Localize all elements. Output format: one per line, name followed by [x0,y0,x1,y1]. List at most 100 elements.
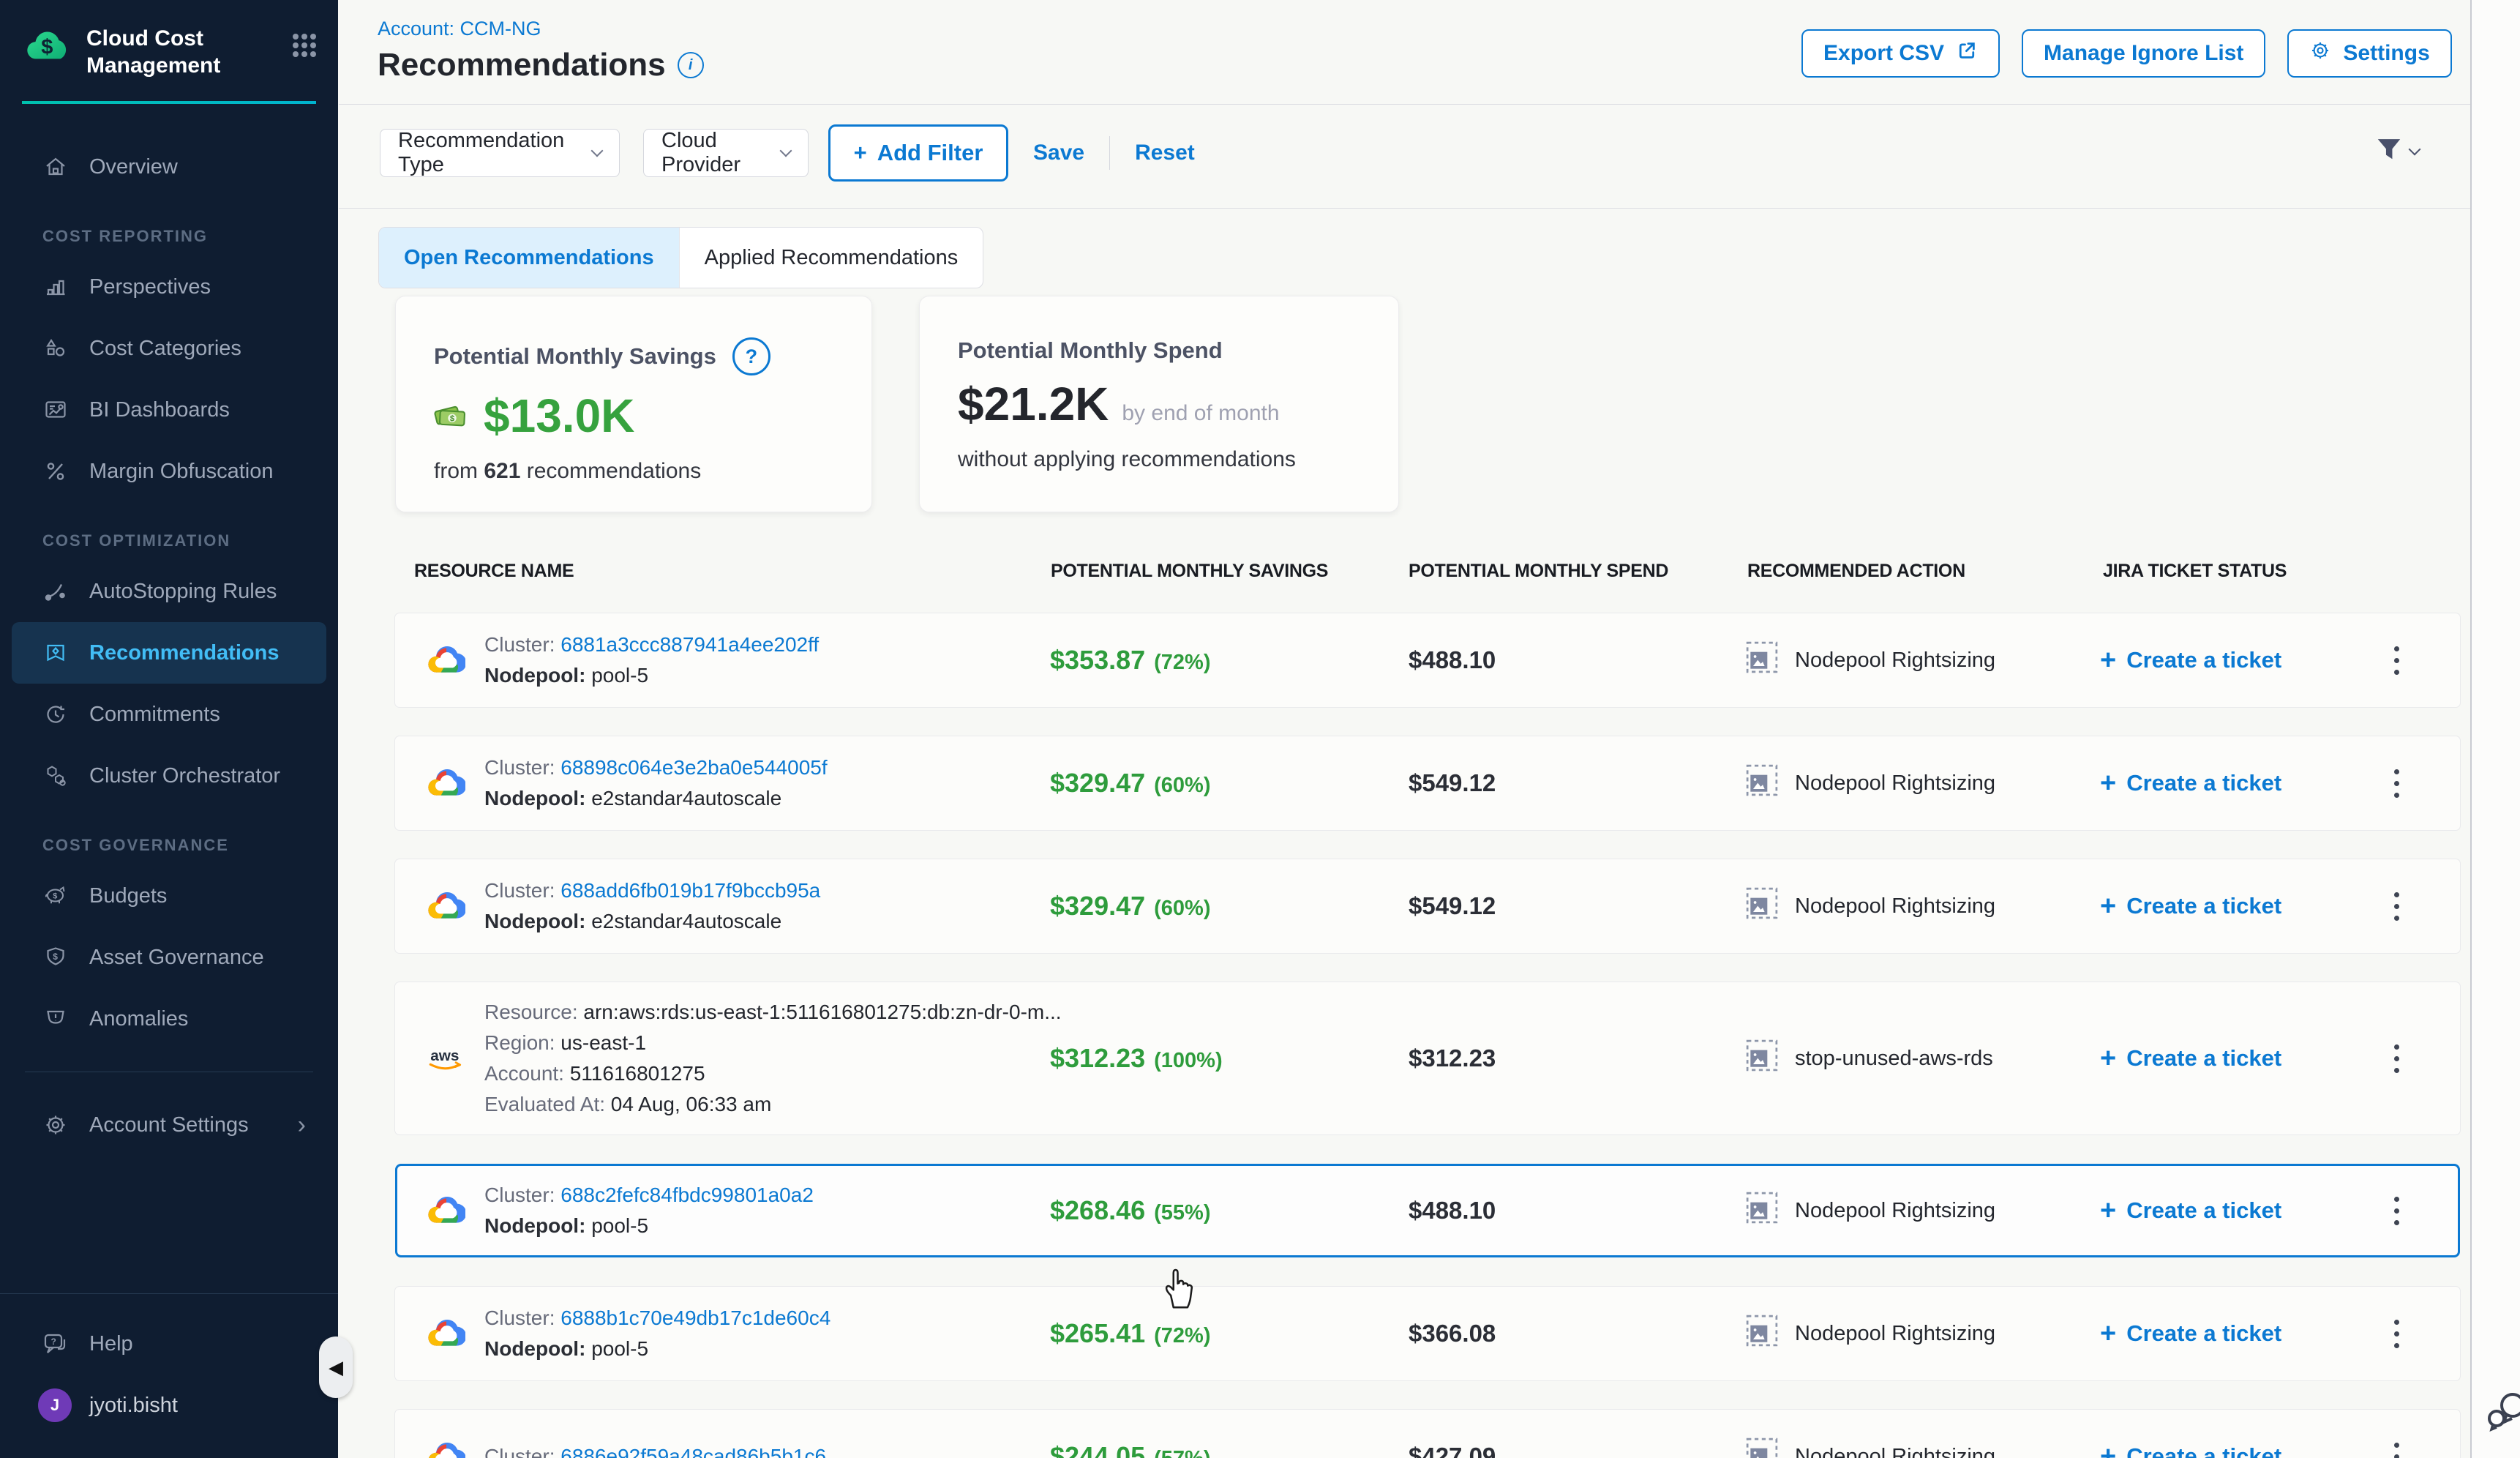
shapes-icon [41,336,70,361]
sidebar-item-autostopping-rules[interactable]: AutoStopping Rules [0,561,338,622]
row-menu-button[interactable] [2378,892,2415,921]
resource-link[interactable]: 688c2fefc84fbdc99801a0a2 [560,1184,814,1206]
hexagons-gear-icon [41,763,70,788]
breadcrumb-account-link[interactable]: Account: CCM-NG [378,18,541,40]
table-row[interactable]: Cluster: 688add6fb019b17f9bccb95aNodepoo… [395,859,2460,953]
create-ticket-link[interactable]: +Create a ticket [2100,645,2378,676]
resource-value: e2standar4autoscale [591,787,781,810]
module-grid-icon[interactable] [290,31,319,64]
sidebar-item-budgets[interactable]: $Budgets [0,865,338,927]
row-menu-button[interactable] [2378,1197,2415,1225]
row-menu-button[interactable] [2378,769,2415,798]
spend-cell: $549.12 [1409,769,1745,797]
action-cell: Nodepool Rightsizing [1745,886,2100,926]
plus-icon: + [2100,1441,2116,1458]
sidebar-item-help[interactable]: ? Help [0,1313,338,1375]
save-filter-link[interactable]: Save [1033,141,1084,165]
savings-subtitle: from 621 recommendations [434,459,871,484]
resource-cell: Cluster: 688add6fb019b17f9bccb95aNodepoo… [424,879,1050,933]
action-label: Nodepool Rightsizing [1795,771,1995,796]
rightsizing-icon [1745,1437,1779,1458]
sidebar-item-label: Account Settings [89,1113,249,1137]
col-header-resource-name: RESOURCE NAME [414,561,574,582]
home-icon [41,154,70,179]
tab-applied-recommendations[interactable]: Applied Recommendations [679,228,983,288]
savings-amount: $268.46 [1050,1195,1145,1225]
table-row[interactable]: Cluster: 6881a3ccc887941a4ee202ffNodepoo… [395,613,2460,707]
create-ticket-label: Create a ticket [2126,1320,2281,1347]
table-row[interactable]: Cluster: 68898c064e3e2ba0e544005fNodepoo… [395,736,2460,830]
create-ticket-link[interactable]: +Create a ticket [2100,1441,2378,1458]
spend-value-row: $21.2K by end of month [958,377,1398,431]
resource-line-label: Cluster: [484,1445,555,1458]
create-ticket-label: Create a ticket [2126,1045,2281,1072]
resource-line-label: Nodepool: [484,664,585,687]
reset-filter-link[interactable]: Reset [1135,141,1195,165]
resource-line: Resource: arn:aws:rds:us-east-1:51161680… [484,1001,1062,1024]
percent-icon [41,459,70,484]
cloud-provider-dropdown[interactable]: Cloud Provider [643,129,809,177]
plus-icon: + [2100,1195,2116,1227]
sidebar-item-cost-categories[interactable]: Cost Categories [0,318,338,379]
savings-amount: $244.05 [1050,1441,1145,1458]
filter-panel-toggle[interactable] [2375,136,2419,166]
recommendation-type-dropdown[interactable]: Recommendation Type [380,129,620,177]
sidebar-item-overview[interactable]: Overview [0,136,338,198]
export-csv-button[interactable]: Export CSV [1801,29,2000,78]
savings-percent: (60%) [1154,774,1210,797]
create-ticket-link[interactable]: +Create a ticket [2100,768,2378,799]
svg-text:aws: aws [430,1047,459,1064]
add-filter-button[interactable]: + Add Filter [828,124,1008,182]
sidebar-footer: ? Help J jyoti.bisht [0,1293,338,1458]
create-ticket-link[interactable]: +Create a ticket [2100,1195,2378,1227]
sidebar-item-bi-dashboards[interactable]: BI Dashboards [0,379,338,441]
tab-open-recommendations[interactable]: Open Recommendations [379,228,679,288]
resource-line: Evaluated At: 04 Aug, 06:33 am [484,1093,1062,1116]
resource-link[interactable]: 68898c064e3e2ba0e544005f [560,756,827,779]
savings-amount: $329.47 [1050,768,1145,798]
sidebar-item-asset-governance[interactable]: $Asset Governance [0,927,338,988]
filter-divider [339,208,2470,209]
row-menu-button[interactable] [2378,646,2415,675]
sidebar-item-account-settings[interactable]: Account Settings › [0,1094,338,1156]
resource-link[interactable]: 688add6fb019b17f9bccb95a [560,879,820,902]
scrollbar-gutter[interactable] [2472,0,2520,1458]
row-menu-button[interactable] [2378,1044,2415,1073]
user-menu[interactable]: J jyoti.bisht [0,1375,338,1436]
sidebar-item-anomalies[interactable]: Anomalies [0,988,338,1050]
table-row[interactable]: Cluster: 6886e92f59a48cad86b5b1c6 $244.05… [395,1410,2460,1458]
table-row[interactable]: Cluster: 6888b1c70e49db17c1de60c4Nodepoo… [395,1287,2460,1380]
autostop-icon [41,579,70,604]
savings-cell: $244.05(57%) [1050,1441,1409,1458]
resource-link[interactable]: 6888b1c70e49db17c1de60c4 [560,1306,830,1329]
rightsizing-icon [1745,886,1779,926]
table-row[interactable]: Cluster: 688c2fefc84fbdc99801a0a2Nodepoo… [395,1164,2460,1257]
chevron-down-icon [591,145,604,157]
sidebar-collapse-button[interactable]: ◀ [319,1336,353,1398]
plus-icon: + [2100,768,2116,799]
resource-link[interactable]: 6886e92f59a48cad86b5b1c6 [560,1445,826,1458]
action-label: Nodepool Rightsizing [1795,1322,1995,1346]
header-divider [339,104,2470,105]
sidebar-item-commitments[interactable]: Commitments [0,684,338,745]
resource-line-label: Nodepool: [484,1337,585,1360]
sidebar-item-margin-obfuscation[interactable]: Margin Obfuscation [0,441,338,502]
manage-ignore-list-button[interactable]: Manage Ignore List [2022,29,2265,78]
info-icon[interactable]: i [678,52,704,78]
table-row[interactable]: aws Resource: arn:aws:rds:us-east-1:51161… [395,982,2460,1134]
chevron-down-icon [780,145,792,157]
row-menu-button[interactable] [2378,1443,2415,1458]
spend-cell: $312.23 [1409,1044,1745,1072]
spend-title-text: Potential Monthly Spend [958,337,1223,364]
settings-button[interactable]: Settings [2287,29,2451,78]
row-menu-button[interactable] [2378,1320,2415,1348]
resource-link[interactable]: 6881a3ccc887941a4ee202ff [560,633,819,656]
create-ticket-link[interactable]: +Create a ticket [2100,891,2378,922]
create-ticket-link[interactable]: +Create a ticket [2100,1043,2378,1074]
sidebar-item-recommendations[interactable]: Recommendations [12,622,326,684]
support-chat-icon[interactable] [2485,1388,2520,1440]
create-ticket-link[interactable]: +Create a ticket [2100,1318,2378,1350]
sidebar-item-perspectives[interactable]: Perspectives [0,256,338,318]
sidebar-item-cluster-orchestrator[interactable]: Cluster Orchestrator [0,745,338,807]
question-icon[interactable]: ? [732,337,770,375]
